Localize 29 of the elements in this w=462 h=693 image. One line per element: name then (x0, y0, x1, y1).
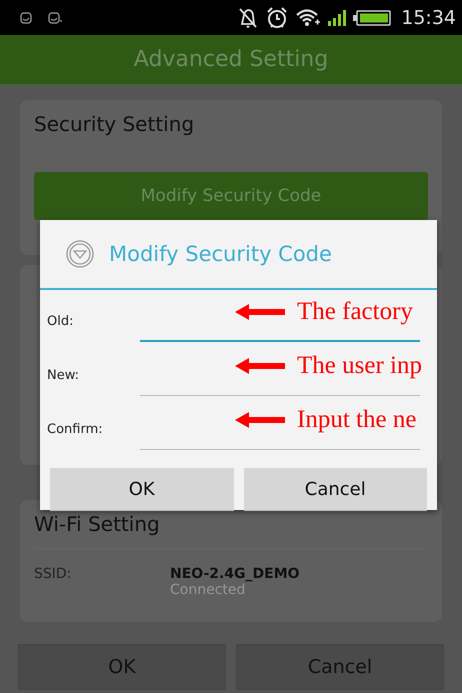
annotation-text: The factory (297, 298, 413, 326)
cancel-button[interactable]: Cancel (236, 644, 444, 690)
signal-icon (327, 8, 348, 26)
field-label: Old: (46, 314, 74, 328)
clock-time: 15:34 (401, 6, 456, 28)
ok-button[interactable]: OK (50, 468, 234, 511)
alarm-clock-icon (265, 6, 290, 30)
ssid-label: SSID: (34, 566, 72, 584)
battery-icon (353, 10, 392, 26)
dialog-title: Modify Security Code (109, 242, 332, 266)
wifi-icon (295, 6, 322, 28)
modify-code-button[interactable]: Modify Security Code (34, 172, 428, 220)
dialog-icon (65, 239, 95, 269)
notification-icon (48, 12, 62, 24)
annotation-text: The user inp (297, 352, 422, 380)
arrow-icon (235, 412, 285, 428)
annotation-text: Input the ne (297, 406, 416, 434)
notification-icon (20, 12, 32, 24)
ok-button[interactable]: OK (18, 644, 226, 690)
field-label: Confirm: (46, 422, 104, 436)
muted-bell-icon (237, 6, 260, 30)
field-label: New: (46, 368, 80, 382)
cancel-button[interactable]: Cancel (244, 468, 427, 511)
arrow-icon (235, 304, 285, 320)
card-heading: Security Setting (34, 112, 196, 136)
screen-title: Advanced Setting (134, 47, 328, 72)
card-heading: Wi-Fi Setting (34, 512, 161, 536)
ssid-value: NEO-2.4G_DEMO (170, 566, 300, 582)
arrow-icon (235, 358, 285, 374)
